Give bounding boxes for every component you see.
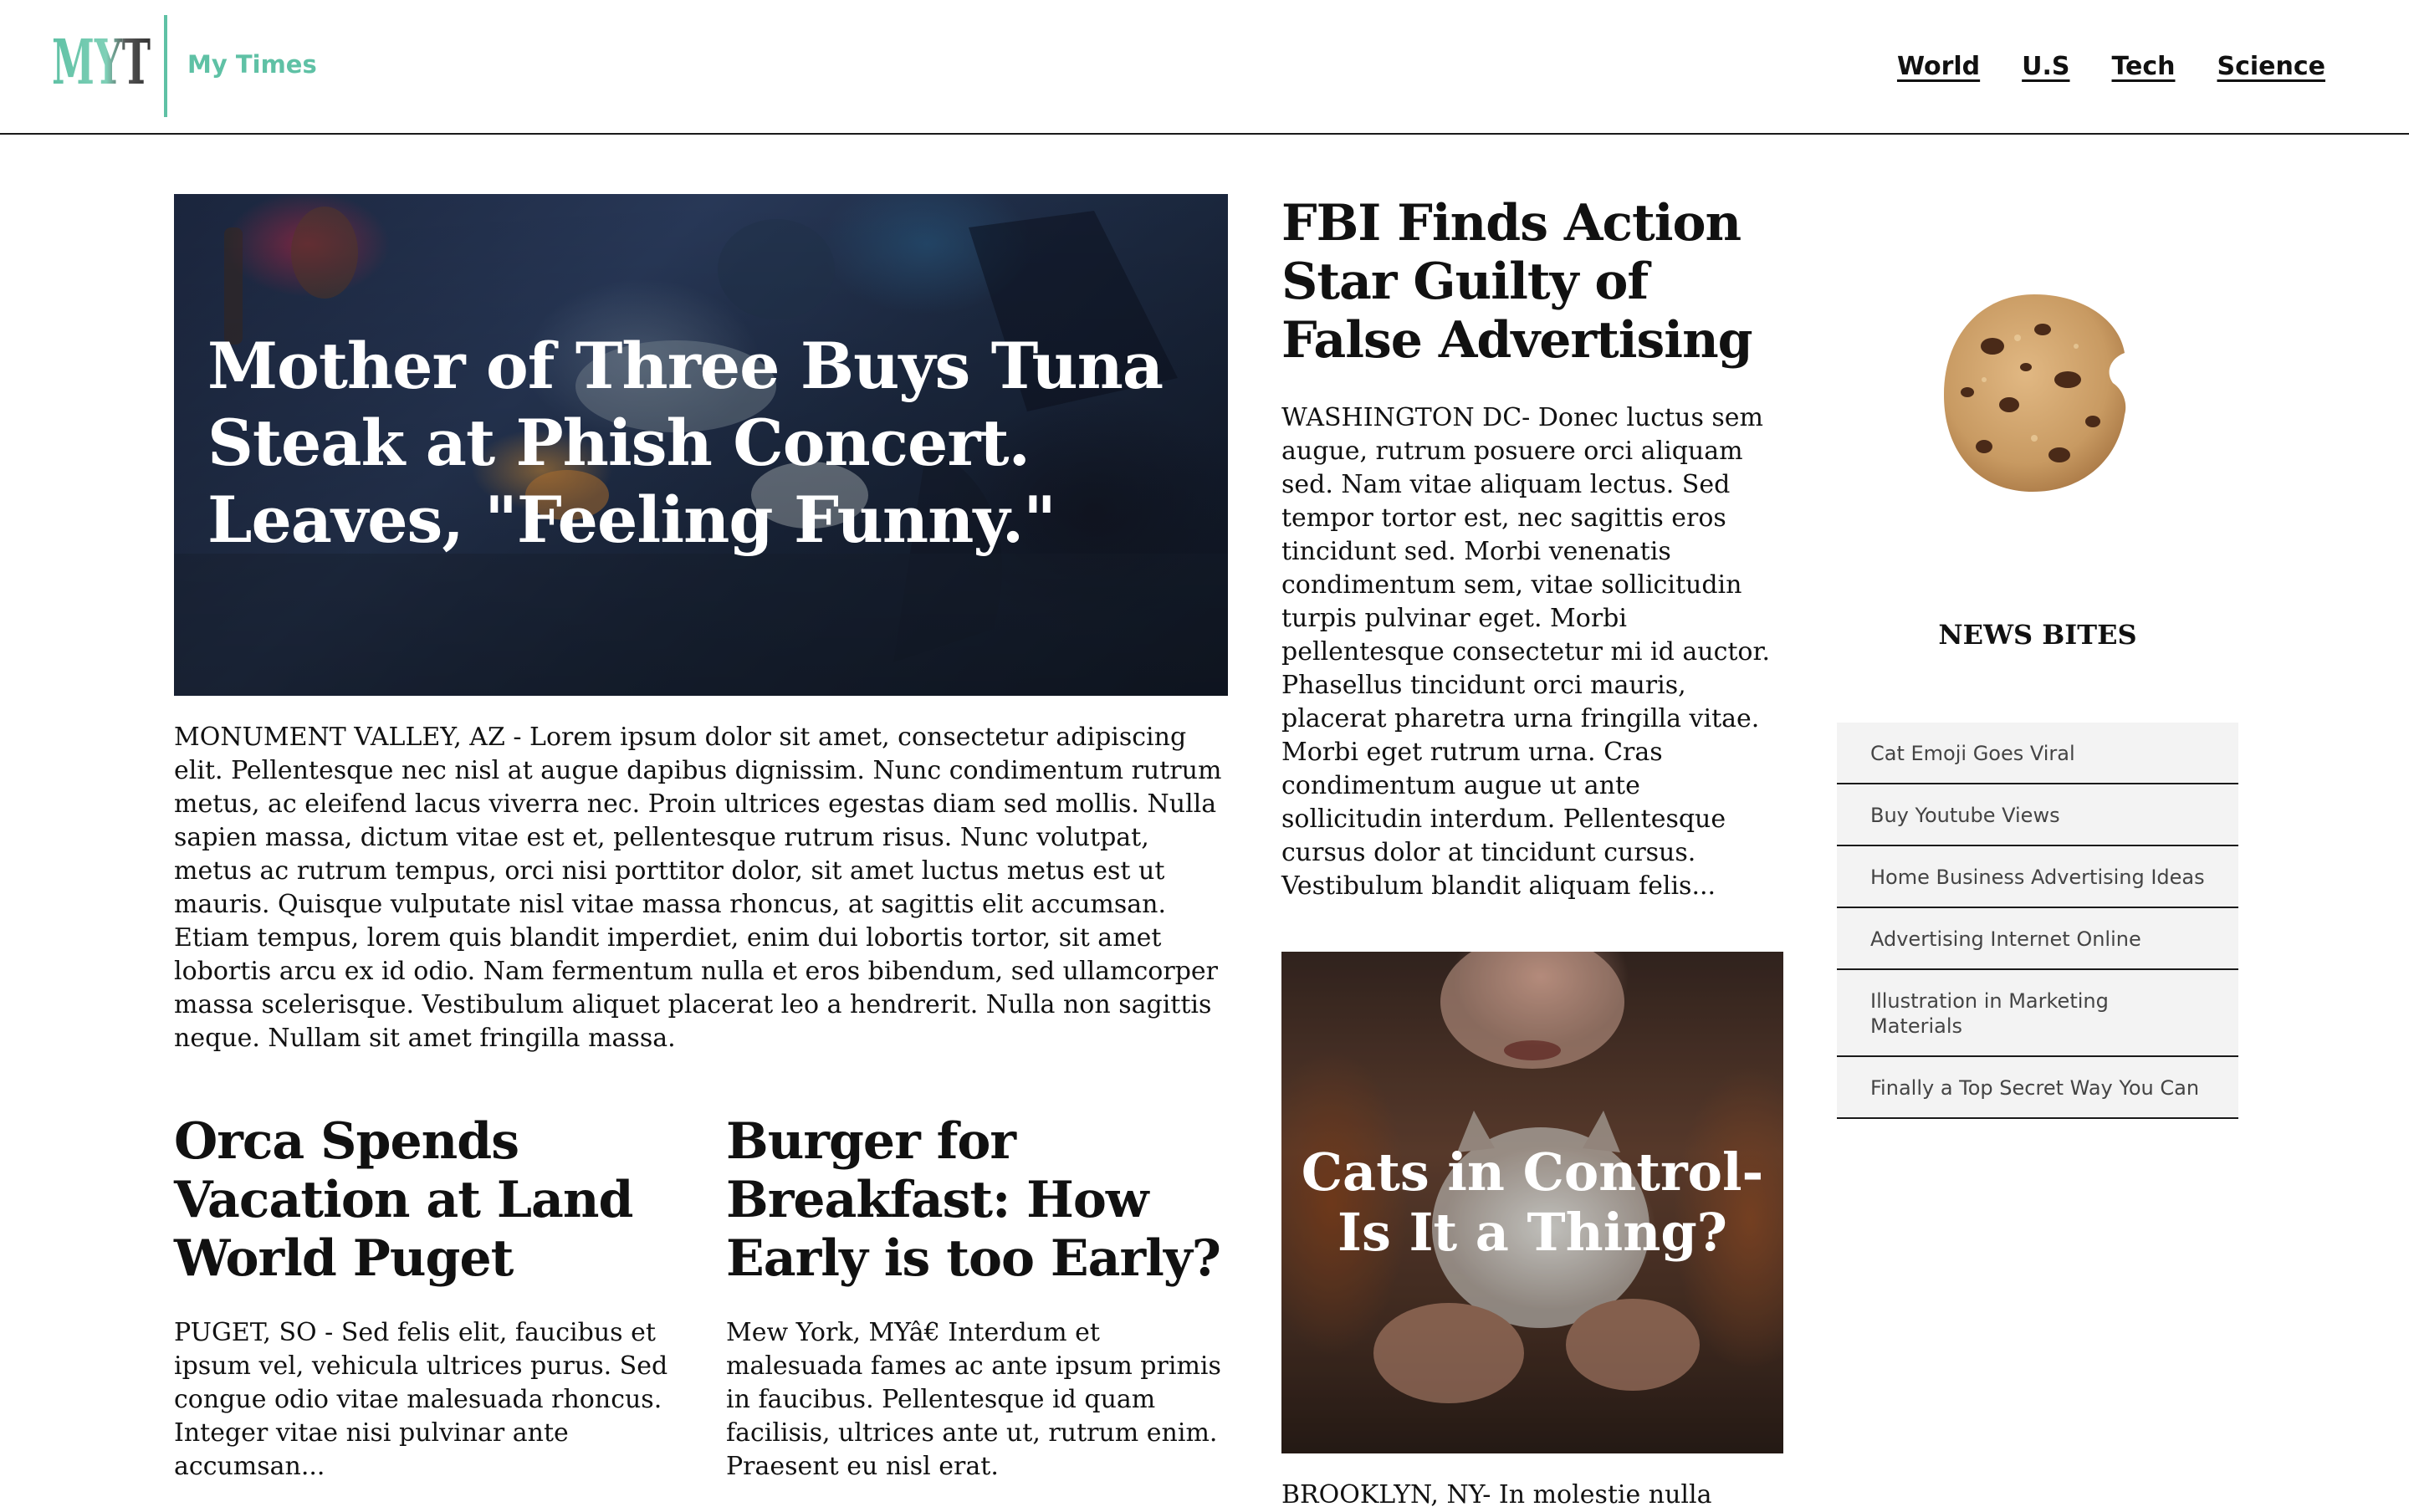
article-fbi: FBI Finds Action Star Guilty of False Ad…	[1281, 194, 1783, 903]
nav-link-science[interactable]: Science	[2217, 52, 2325, 81]
cats-image[interactable]: Cats in Control-Is It a Thing?	[1281, 952, 1783, 1453]
news-bite-item[interactable]: Home Business Advertising Ideas	[1837, 846, 2238, 908]
article-cats-body: BROOKLYN, NY- In molestie nulla	[1281, 1480, 1712, 1509]
news-bite-item[interactable]: Buy Youtube Views	[1837, 784, 2238, 846]
hero-image[interactable]: Mother of Three Buys Tuna Steak at Phish…	[174, 194, 1228, 696]
news-bites-list: Cat Emoji Goes Viral Buy Youtube Views H…	[1837, 723, 2238, 1119]
article-burger-body: Mew York, MYâ€ Interdum et malesuada fam…	[726, 1318, 1221, 1481]
hero-headline[interactable]: Mother of Three Buys Tuna Steak at Phish…	[207, 328, 1194, 559]
news-bites-heading: NEWS BITES	[1938, 619, 2137, 651]
article-cats-title[interactable]: Cats in Control-Is It a Thing?	[1298, 1142, 1767, 1263]
article-orca: Orca Spends Vacation at Land World Puget…	[174, 1112, 693, 1484]
logo-text: MYT	[52, 27, 151, 99]
nav-link-world[interactable]: World	[1897, 52, 1980, 81]
site-name[interactable]: My Times	[187, 50, 317, 79]
article-orca-title[interactable]: Orca Spends Vacation at Land World Puget	[174, 1112, 693, 1288]
hero-article-body: MONUMENT VALLEY, AZ - Lorem ipsum dolor …	[174, 723, 1222, 1053]
nav-link-tech[interactable]: Tech	[2112, 52, 2176, 81]
news-bite-item[interactable]: Cat Emoji Goes Viral	[1837, 723, 2238, 784]
nav-link-us[interactable]: U.S	[2022, 52, 2069, 81]
article-fbi-body: WASHINGTON DC- Donec luctus sem augue, r…	[1281, 403, 1771, 901]
cookie-image	[1944, 294, 2126, 492]
news-bite-item[interactable]: Illustration in Marketing Materials	[1837, 970, 2238, 1057]
article-burger-title[interactable]: Burger for Breakfast: How Early is too E…	[726, 1112, 1236, 1288]
article-burger: Burger for Breakfast: How Early is too E…	[726, 1112, 1236, 1484]
news-bite-item[interactable]: Advertising Internet Online	[1837, 908, 2238, 970]
main-nav: World U.S Tech Science	[1897, 52, 2325, 81]
news-bite-item[interactable]: Finally a Top Secret Way You Can	[1837, 1057, 2238, 1119]
article-fbi-title[interactable]: FBI Finds Action Star Guilty of False Ad…	[1281, 194, 1783, 370]
article-orca-body: PUGET, SO - Sed felis elit, faucibus et …	[174, 1318, 668, 1481]
myt-logo[interactable]: MYT	[50, 22, 154, 102]
site-header: MYT My Times World U.S Tech Science	[0, 0, 2409, 135]
logo-divider	[164, 15, 167, 117]
